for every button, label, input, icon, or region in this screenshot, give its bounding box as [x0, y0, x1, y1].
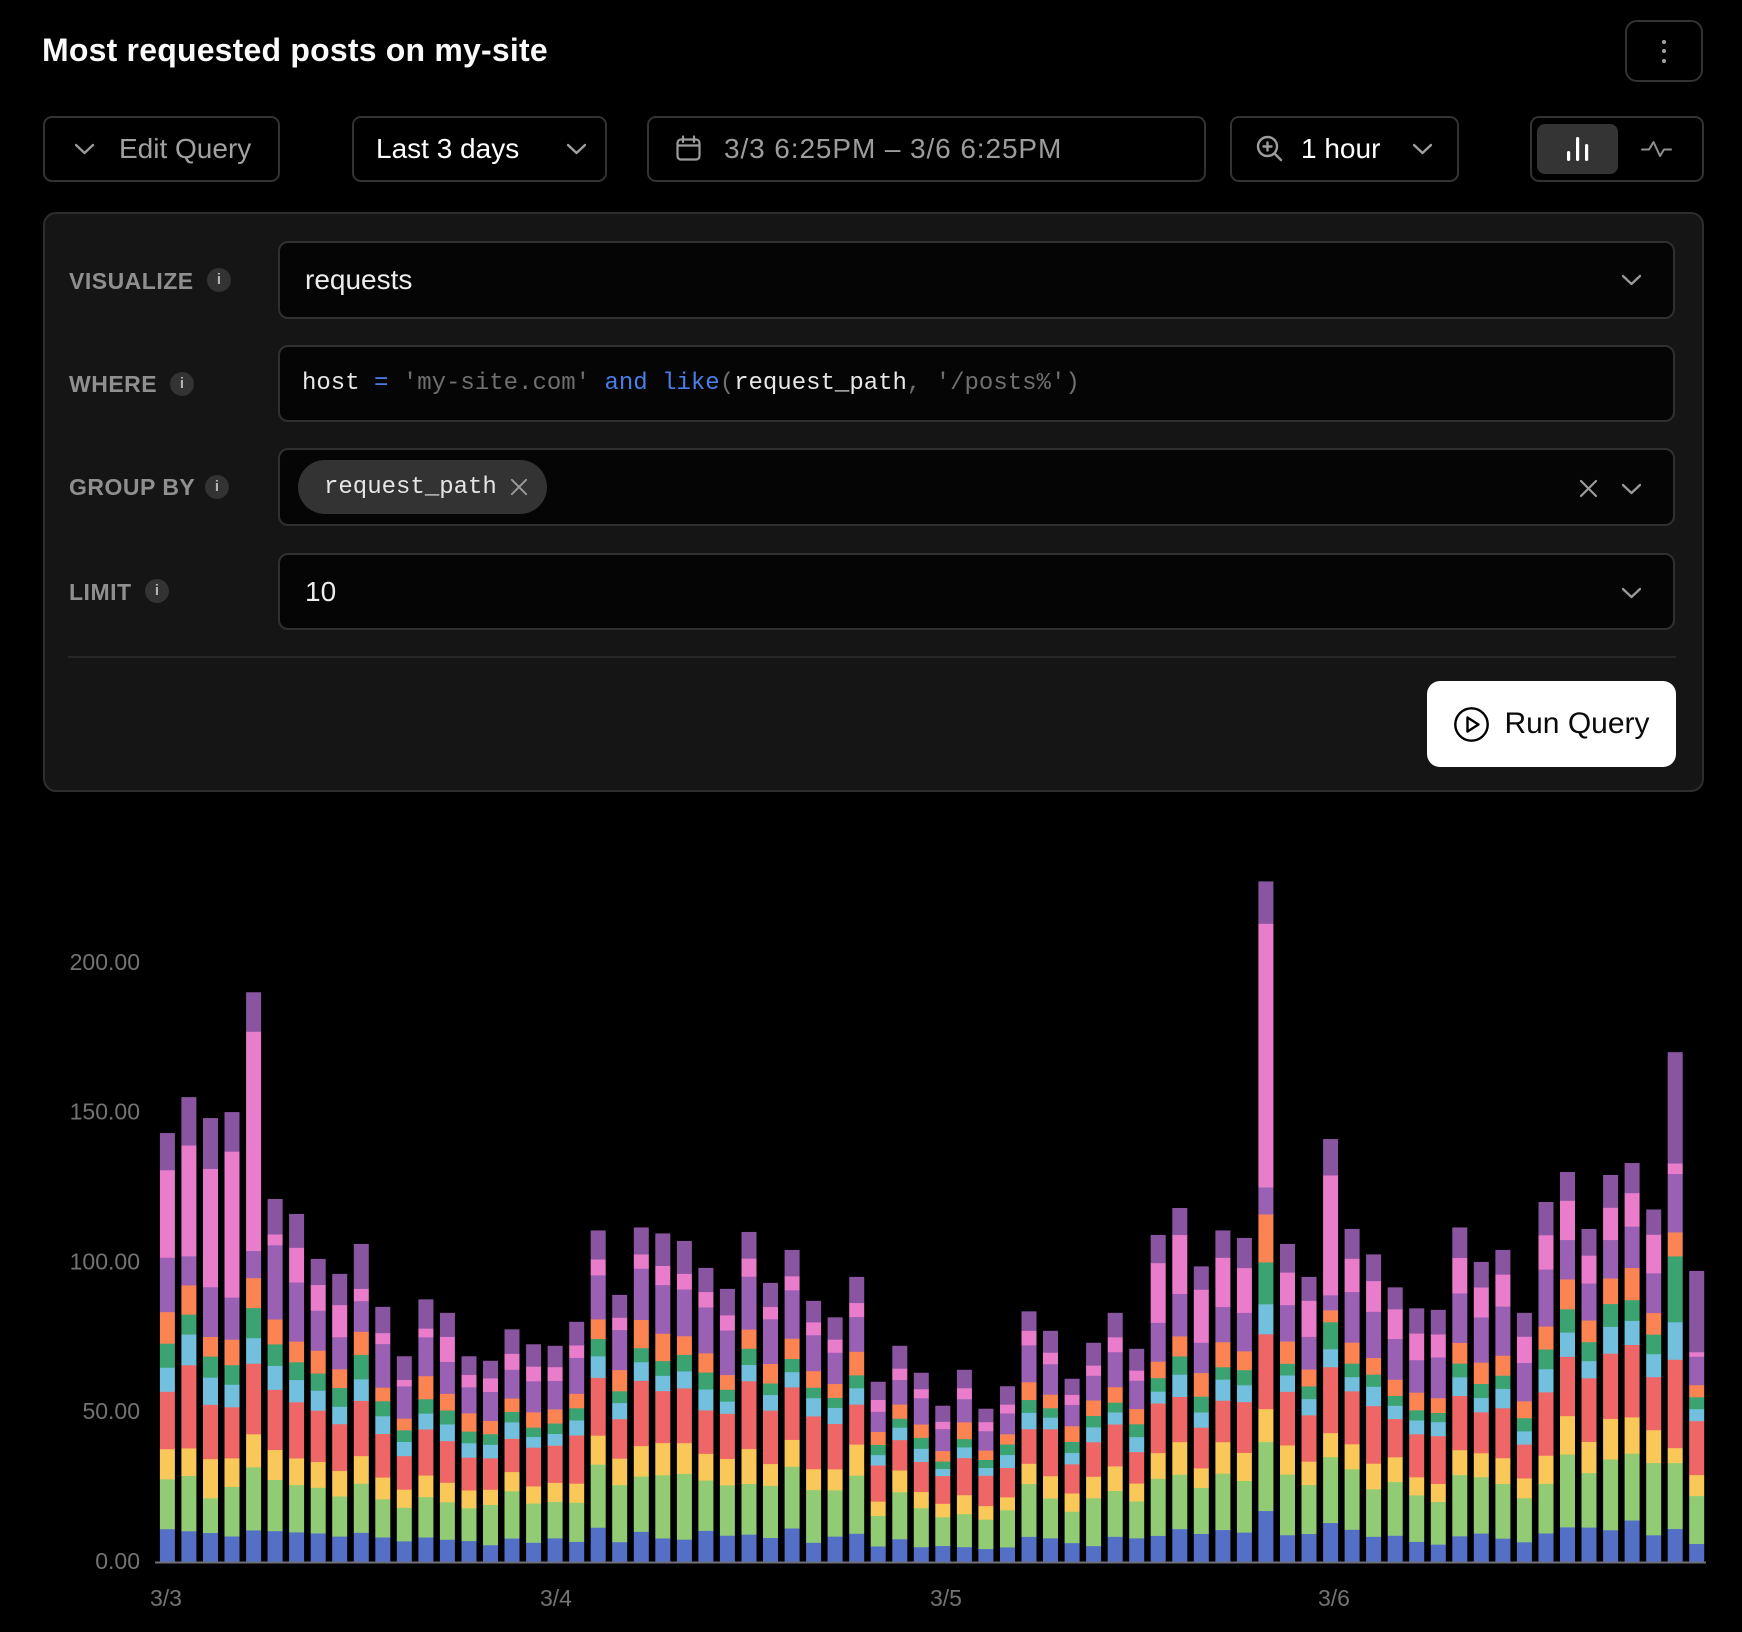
- svg-text:150.00: 150.00: [70, 1099, 140, 1125]
- svg-text:100.00: 100.00: [70, 1248, 140, 1274]
- svg-text:3/4: 3/4: [540, 1585, 572, 1611]
- svg-text:0.00: 0.00: [95, 1548, 140, 1574]
- svg-text:3/5: 3/5: [930, 1585, 962, 1611]
- svg-text:3/3: 3/3: [150, 1585, 182, 1611]
- svg-text:3/6: 3/6: [1318, 1585, 1350, 1611]
- svg-text:50.00: 50.00: [82, 1398, 140, 1424]
- svg-text:200.00: 200.00: [70, 949, 140, 975]
